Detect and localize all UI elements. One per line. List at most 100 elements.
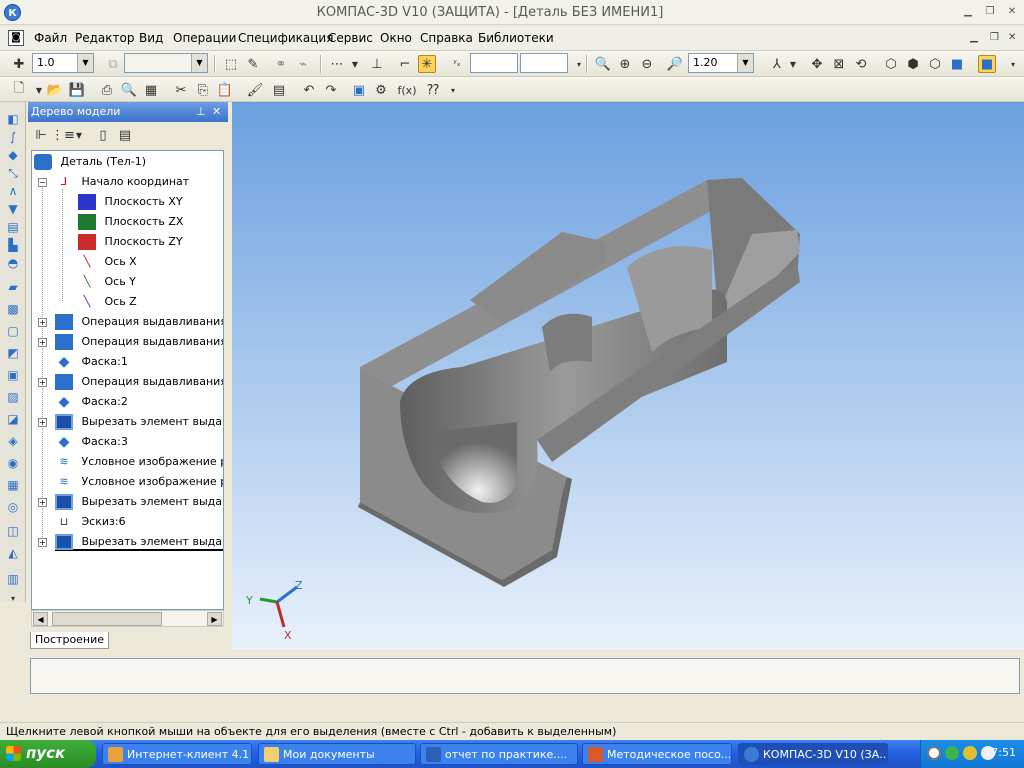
doc-restore-button[interactable]: ❐ [990, 32, 999, 43]
format-painter-icon[interactable]: 🖌 [246, 81, 264, 99]
tree-dropdown-icon[interactable]: ▼ [70, 126, 88, 144]
orientation-dropdown-icon[interactable]: ▼ [784, 55, 802, 73]
doc-minimize-button[interactable]: ▁ [970, 32, 978, 43]
surface-icon[interactable]: ⤡ [4, 164, 22, 182]
section-icon[interactable]: ◫ [4, 522, 22, 540]
collapse-toggle[interactable]: − [38, 178, 47, 187]
shaded-edges-icon[interactable]: ■ [978, 55, 996, 73]
array-op-icon[interactable]: ▥ [4, 570, 22, 588]
tree-item-sketch-6[interactable]: ⊔ Эскиз:6 [55, 513, 126, 531]
tree-horizontal-scrollbar[interactable]: ◀ ▶ [31, 610, 224, 627]
local-cs-icon[interactable]: ⊥ [368, 55, 386, 73]
properties-icon[interactable]: ▦ [142, 81, 160, 99]
expand-toggle[interactable]: + [38, 338, 47, 347]
hole-icon[interactable]: ◉ [4, 454, 22, 472]
chevron-down-icon[interactable]: ▼ [737, 54, 753, 72]
grid-icon[interactable]: ⋯ [328, 55, 346, 73]
menu-help[interactable]: Справка [420, 31, 473, 45]
sheet-metal-icon[interactable]: ◓ [4, 254, 22, 272]
aux-geometry-icon[interactable]: ◆ [4, 146, 22, 164]
menu-specification[interactable]: Спецификация [238, 31, 333, 45]
cut-icon[interactable]: ✂ [172, 81, 190, 99]
scroll-thumb[interactable] [52, 612, 162, 626]
tree-item-chamfer-2[interactable]: ◆ Фаска:2 [55, 393, 128, 411]
menu-editor[interactable]: Редактор [75, 31, 134, 45]
menu-file[interactable]: Файл [34, 31, 67, 45]
tree-item-extrude-1[interactable]: Операция выдавливания:1 [55, 313, 223, 331]
tree-item-cut-3[interactable]: Вырезать элемент выдавли [55, 533, 223, 551]
zoom-combo[interactable]: 1.20 ▼ [688, 53, 754, 73]
measure-icon[interactable]: ▙ [4, 236, 22, 254]
grid-dropdown-icon[interactable]: ▼ [346, 55, 364, 73]
kinematic-op-icon[interactable]: ▢ [4, 322, 22, 340]
toolbar-options-icon[interactable]: ▾ [1004, 55, 1022, 73]
fillet-icon[interactable]: ◪ [4, 410, 22, 428]
zoom-in-icon[interactable]: ⊕ [616, 55, 634, 73]
shaded-icon[interactable]: ■ [948, 55, 966, 73]
tree-root[interactable]: Деталь (Тел-1) [34, 153, 146, 171]
open-icon[interactable]: 📂 [46, 81, 64, 99]
restore-button[interactable]: ❐ [982, 5, 998, 19]
task-report[interactable]: отчет по практике.... [420, 743, 578, 765]
tree-item-cut-2[interactable]: Вырезать элемент выдавли [55, 493, 223, 511]
mirror-icon[interactable]: ◭ [4, 544, 22, 562]
function-icon[interactable]: f(x) [396, 81, 418, 99]
menu-service[interactable]: Сервис [328, 31, 373, 45]
panel-expand-icon[interactable]: ▾ [4, 590, 22, 608]
sketch-edit-icon[interactable]: ✎ [244, 55, 262, 73]
snap-mode-icon[interactable]: ✳ [418, 55, 436, 73]
expand-toggle[interactable]: + [38, 318, 47, 327]
spec-icon[interactable]: ▤ [4, 218, 22, 236]
orthogonal-mode-icon[interactable]: ⌐ [396, 55, 414, 73]
shell-icon[interactable]: ◎ [4, 498, 22, 516]
tree-item-origin[interactable]: ⅃ Начало координат [55, 173, 189, 191]
new-document-icon[interactable]: 🗋 [10, 81, 28, 99]
tree-item-extrude-3[interactable]: Операция выдавливания:3 [55, 373, 223, 391]
menu-libraries[interactable]: Библиотеки [478, 31, 554, 45]
tree-panel-icon[interactable]: ▯ [94, 126, 112, 144]
tree-item-extrude-2[interactable]: Операция выдавливания:2 [55, 333, 223, 351]
rib-icon[interactable]: ▦ [4, 476, 22, 494]
tree-item-chamfer-3[interactable]: ◆ Фаска:3 [55, 433, 128, 451]
tree-item-cut-1[interactable]: Вырезать элемент выдавли [55, 413, 223, 431]
extrude-op-icon[interactable]: ▰ [4, 278, 22, 296]
tree-item-plane-zx[interactable]: Плоскость ZX [78, 213, 183, 231]
editing-part-icon[interactable]: ◧ [4, 110, 22, 128]
zoom-all-icon[interactable]: ⊠ [830, 55, 848, 73]
rotate-op-icon[interactable]: ▩ [4, 300, 22, 318]
tree-item-plane-zy[interactable]: Плоскость ZY [78, 233, 183, 251]
minimize-button[interactable]: ▁ [960, 5, 976, 19]
new-sketch-icon[interactable]: ⬚ [222, 55, 240, 73]
coord-y-field[interactable] [520, 53, 568, 73]
panel-close-icon[interactable]: ✕ [212, 105, 221, 118]
print-preview-icon[interactable]: 🔍 [120, 81, 138, 99]
redo-icon[interactable]: ↷ [322, 81, 340, 99]
tree-list-icon[interactable]: ▤ [116, 126, 134, 144]
current-point-icon[interactable]: ✚ [10, 55, 28, 73]
scroll-right-icon[interactable]: ▶ [207, 612, 222, 626]
zoom-scale-icon[interactable]: 🔎 [666, 55, 684, 73]
menu-window[interactable]: Окно [380, 31, 412, 45]
close-button[interactable]: ✕ [1004, 5, 1020, 19]
tree-item-plane-xy[interactable]: Плоскость XY [78, 193, 183, 211]
filter-icon[interactable]: ▼ [4, 200, 22, 218]
help-pointer-icon[interactable]: ⁇ [424, 81, 442, 99]
task-internet-client[interactable]: Интернет-клиент 4.1 [102, 743, 252, 765]
tree-item-axis-x[interactable]: ╲ Ось X [78, 253, 137, 271]
tree-order-icon[interactable]: ⊩ [32, 126, 50, 144]
chamfer-op-icon[interactable]: ◈ [4, 432, 22, 450]
scroll-left-icon[interactable]: ◀ [33, 612, 48, 626]
unlink-icon[interactable]: ⌁ [294, 55, 312, 73]
tree-item-axis-z[interactable]: ╲ Ось Z [78, 293, 137, 311]
task-kompas[interactable]: КОМПАС-3D V10 (ЗА... [738, 743, 888, 765]
network-icon[interactable] [945, 746, 959, 760]
hidden-lines-icon[interactable]: ⬢ [904, 55, 922, 73]
wireframe-icon[interactable]: ⬡ [882, 55, 900, 73]
coord-x-field[interactable] [470, 53, 518, 73]
undo-icon[interactable]: ↶ [300, 81, 318, 99]
expand-toggle[interactable]: + [38, 538, 47, 547]
paste-icon[interactable]: 📋 [216, 81, 234, 99]
model-viewport[interactable]: Z Y X [232, 102, 1024, 650]
pin-icon[interactable]: ⊥ [196, 105, 206, 118]
variables-icon[interactable]: ⚙ [372, 81, 390, 99]
